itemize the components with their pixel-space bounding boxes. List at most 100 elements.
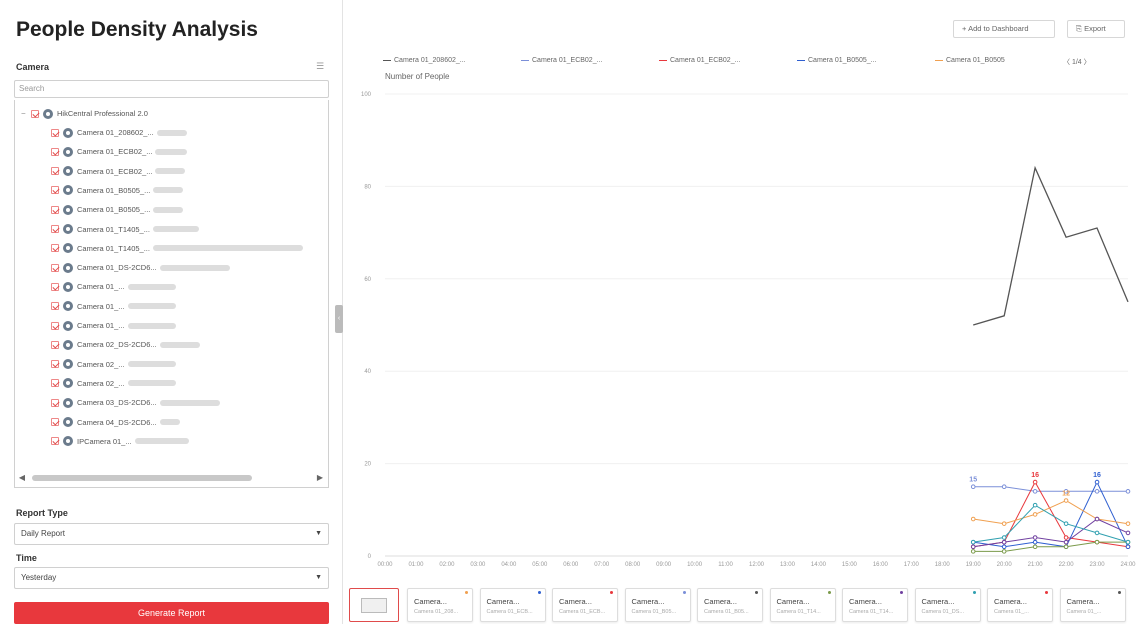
camera-thumbnail[interactable]: Camera... Camera 01_B05... — [697, 588, 763, 622]
camera-thumbnail[interactable]: Camera... Camera 01_ECB... — [552, 588, 618, 622]
redacted-text — [127, 303, 176, 310]
camera-thumbnail[interactable]: Camera... Camera 01_... — [987, 588, 1053, 622]
camera-tree-item[interactable]: Camera 02_... — [51, 355, 328, 374]
legend-item[interactable]: Camera 01_B0505_... — [797, 57, 877, 64]
status-dot — [537, 591, 541, 594]
checkbox[interactable] — [31, 109, 39, 118]
camera-thumbnail[interactable]: Camera... Camera 01_... — [1059, 588, 1126, 622]
data-point — [1001, 535, 1007, 540]
redacted-text — [155, 148, 188, 155]
redacted-text — [127, 283, 176, 290]
checkbox[interactable] — [51, 437, 59, 446]
checkbox[interactable] — [51, 418, 59, 426]
camera-tree-item[interactable]: Camera 03_DS-2CD6... — [51, 393, 328, 412]
camera-tree-item[interactable]: Camera 01_T1405_... — [51, 239, 328, 258]
redacted-text — [156, 129, 187, 136]
tree-root[interactable]: − HikCentral Professional 2.0 — [21, 104, 328, 123]
camera-tree-item[interactable]: Camera 01_... — [51, 316, 328, 335]
time-select[interactable]: Yesterday ▼ — [14, 567, 329, 589]
legend-item[interactable]: Camera 01_B0505 — [935, 57, 1005, 64]
x-tick-label: 10:00 — [687, 562, 703, 568]
camera-tree-item[interactable]: Camera 01_B0505_... — [51, 181, 328, 200]
camera-tree-item[interactable]: Camera 01_ECB02_... — [51, 162, 328, 181]
camera-icon — [63, 436, 73, 447]
checkbox[interactable] — [51, 360, 59, 369]
camera-tree-item[interactable]: Camera 01_T1405_... — [51, 220, 328, 239]
checkbox[interactable] — [51, 244, 59, 253]
add-to-dashboard-button[interactable]: + Add to Dashboard — [953, 20, 1055, 38]
x-tick-label: 24:00 — [1120, 562, 1136, 568]
checkbox[interactable] — [51, 398, 59, 407]
camera-tree-item[interactable]: Camera 01_208602_... — [51, 123, 328, 142]
page-title: People Density Analysis — [16, 18, 258, 41]
y-tick-label: 40 — [364, 369, 371, 375]
tree-horizontal-scrollbar[interactable]: ◀ ▶ — [16, 472, 326, 484]
camera-tree-item[interactable]: Camera 01_... — [51, 277, 328, 296]
data-point — [1032, 512, 1038, 517]
legend-item[interactable]: Camera 01_208602_... — [383, 57, 466, 64]
checkbox[interactable] — [51, 205, 59, 214]
camera-tree-item[interactable]: Camera 01_... — [51, 297, 328, 316]
camera-thumbnail[interactable]: Camera... Camera 01_B05... — [624, 588, 691, 622]
camera-label: Camera 02_... — [77, 359, 125, 369]
scrollbar-thumb[interactable] — [32, 475, 252, 481]
checkbox[interactable] — [51, 263, 59, 272]
legend-item[interactable]: Camera 01_ECB02_... — [659, 57, 740, 64]
camera-tree-item[interactable]: Camera 01_B0505_... — [51, 200, 328, 219]
camera-tree-item[interactable]: Camera 01_DS-2CD6... — [51, 258, 328, 277]
legend-item[interactable]: Camera 01_ECB02_... — [521, 57, 602, 64]
checkbox[interactable] — [51, 186, 59, 195]
camera-label: Camera — [16, 62, 50, 72]
data-point — [970, 516, 976, 522]
data-point — [1063, 544, 1069, 550]
checkbox[interactable] — [51, 167, 59, 176]
legend-swatch — [383, 59, 391, 61]
chevron-left-icon[interactable]: 〈 — [1063, 59, 1070, 66]
export-button[interactable]: ⎘ Export — [1067, 20, 1125, 38]
checkbox[interactable] — [51, 147, 59, 156]
checkbox[interactable] — [51, 379, 59, 388]
camera-tree-item[interactable]: Camera 01_ECB02_... — [51, 142, 328, 161]
legend-label: Camera 01_ECB02_... — [532, 57, 603, 64]
checkbox[interactable] — [51, 321, 59, 330]
camera-search-input[interactable]: Search — [14, 80, 329, 98]
chevron-right-icon[interactable]: 〉 — [1084, 59, 1091, 66]
camera-tree-item[interactable]: Camera 02_... — [51, 374, 328, 393]
app-window: People Density Analysis Camera ☰ Search … — [0, 0, 1136, 624]
collapse-icon[interactable]: ☰ — [314, 60, 326, 72]
scroll-right-icon[interactable]: ▶ — [314, 472, 326, 484]
checkbox[interactable] — [51, 302, 59, 311]
thumbnail-overview[interactable] — [349, 588, 399, 622]
checkbox[interactable] — [51, 225, 59, 233]
collapse-panel-handle[interactable]: ‹ — [335, 305, 343, 333]
x-tick-label: 09:00 — [656, 562, 672, 568]
camera-thumbnail[interactable]: Camera... Camera 01_DS... — [914, 588, 981, 622]
checkbox[interactable] — [51, 128, 59, 137]
camera-icon — [63, 397, 73, 408]
camera-icon — [63, 378, 73, 389]
camera-tree-item[interactable]: IPCamera 01_... — [51, 432, 328, 451]
camera-thumbnail[interactable]: Camera... Camera 01_T14... — [842, 588, 908, 622]
checkbox[interactable] — [51, 340, 59, 349]
camera-thumbnail[interactable]: Camera... Camera 01_208... — [407, 588, 473, 622]
data-point — [1001, 544, 1007, 550]
x-tick-label: 12:00 — [749, 562, 765, 568]
data-point — [1032, 544, 1038, 550]
legend-label: Camera 01_ECB02_... — [670, 57, 741, 64]
expand-icon[interactable]: − — [21, 109, 29, 118]
camera-thumbnail[interactable]: Camera... Camera 01_ECB... — [479, 588, 546, 622]
legend-label: Camera 01_B0505_... — [808, 57, 877, 64]
camera-thumbnail[interactable]: Camera... Camera 01_T14... — [769, 588, 836, 622]
legend-pagination: 〈 1/4 〉 — [1063, 57, 1091, 67]
camera-tree-item[interactable]: Camera 04_DS-2CD6... — [51, 413, 328, 432]
thumbnail-title: Camera... — [849, 597, 882, 606]
camera-icon — [63, 204, 73, 215]
time-label: Time — [16, 553, 37, 563]
y-tick-label: 80 — [364, 184, 371, 190]
report-type-select[interactable]: Daily Report ▼ — [14, 523, 329, 545]
generate-report-button[interactable]: Generate Report — [14, 602, 329, 624]
status-dot — [755, 591, 758, 594]
camera-tree-item[interactable]: Camera 02_DS-2CD6... — [51, 335, 328, 354]
scroll-left-icon[interactable]: ◀ — [16, 472, 28, 484]
checkbox[interactable] — [51, 282, 59, 291]
